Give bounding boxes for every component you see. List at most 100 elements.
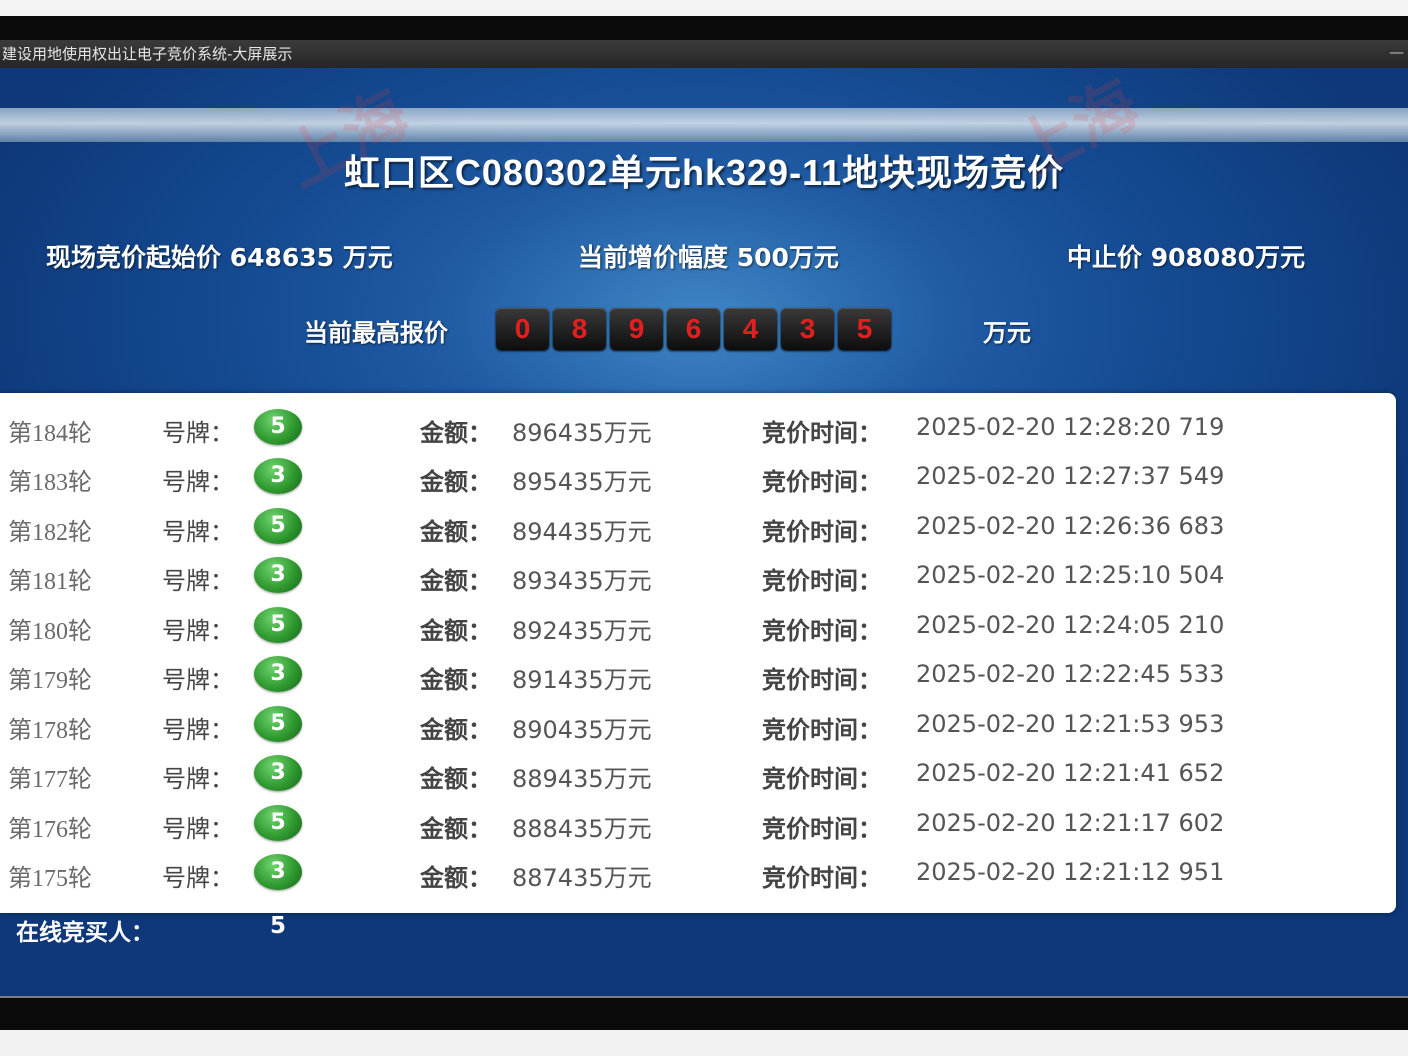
plate-badge: 5 xyxy=(254,607,302,643)
amount-label: 金额： xyxy=(420,617,492,645)
price-increment: 当前增价幅度 500万元 xyxy=(578,243,839,272)
bottom-divider xyxy=(0,996,1408,998)
bid-row: 第175轮 号牌： 3 金额： 887435万元 竞价时间： 2025-02-2… xyxy=(0,850,1396,899)
bid-time: 2025-02-20 12:25:10 504 xyxy=(916,561,1225,589)
bid-amount: 888435万元 xyxy=(512,815,652,843)
bid-round: 第184轮 xyxy=(8,421,92,447)
bid-amount: 891435万元 xyxy=(512,666,652,694)
bid-row: 第184轮 号牌： 5 金额： 896435万元 竞价时间： 2025-02-2… xyxy=(0,405,1396,454)
bid-time: 2025-02-20 12:21:41 652 xyxy=(916,759,1225,787)
amount-label: 金额： xyxy=(420,765,492,793)
time-label: 竞价时间： xyxy=(762,567,882,595)
window-title: 建设用地使用权出让电子竞价系统-大屏展示 xyxy=(2,45,293,63)
time-label: 竞价时间： xyxy=(762,419,882,447)
time-label: 竞价时间： xyxy=(762,716,882,744)
bid-time: 2025-02-20 12:21:17 602 xyxy=(916,809,1225,837)
window-titlebar: 建设用地使用权出让电子竞价系统-大屏展示 — xyxy=(0,40,1408,68)
amount-label: 金额： xyxy=(420,666,492,694)
bid-amount: 892435万元 xyxy=(512,617,652,645)
time-label: 竞价时间： xyxy=(762,666,882,694)
bid-digit: 0 xyxy=(496,308,549,350)
top-strip xyxy=(0,0,1408,16)
bid-time: 2025-02-20 12:21:12 951 xyxy=(916,858,1225,886)
time-label: 竞价时间： xyxy=(762,815,882,843)
plate-label: 号牌： xyxy=(162,567,234,595)
bid-round: 第182轮 xyxy=(8,520,92,546)
bid-row: 第182轮 号牌： 5 金额： 894435万元 竞价时间： 2025-02-2… xyxy=(0,504,1396,553)
bid-time: 2025-02-20 12:26:36 683 xyxy=(916,512,1225,540)
bid-row: 第177轮 号牌： 3 金额： 889435万元 竞价时间： 2025-02-2… xyxy=(0,751,1396,800)
amount-label: 金额： xyxy=(420,468,492,496)
plate-badge: 5 xyxy=(254,409,302,445)
highest-bid-label: 当前最高报价 xyxy=(304,319,448,347)
bid-round: 第175轮 xyxy=(8,866,92,892)
bid-round: 第180轮 xyxy=(8,619,92,645)
plate-badge: 5 xyxy=(254,508,302,544)
plate-badge: 3 xyxy=(254,557,302,593)
minimize-button[interactable]: — xyxy=(1389,38,1404,66)
header-band xyxy=(0,108,1408,142)
highest-bid-display: 0 8 9 6 4 3 5 xyxy=(496,308,891,350)
bid-amount: 887435万元 xyxy=(512,864,652,892)
amount-label: 金额： xyxy=(420,716,492,744)
bid-row: 第179轮 号牌： 3 金额： 891435万元 竞价时间： 2025-02-2… xyxy=(0,652,1396,701)
plate-label: 号牌： xyxy=(162,419,234,447)
bid-round: 第179轮 xyxy=(8,668,92,694)
bid-time: 2025-02-20 12:27:37 549 xyxy=(916,462,1225,490)
time-label: 竞价时间： xyxy=(762,864,882,892)
plate-label: 号牌： xyxy=(162,765,234,793)
time-label: 竞价时间： xyxy=(762,765,882,793)
bid-digit: 9 xyxy=(610,308,663,350)
page-title: 虹口区C080302单元hk329-11地块现场竞价 xyxy=(343,152,1065,193)
plate-label: 号牌： xyxy=(162,468,234,496)
bid-row: 第181轮 号牌： 3 金额： 893435万元 竞价时间： 2025-02-2… xyxy=(0,553,1396,602)
bid-digit: 6 xyxy=(667,308,720,350)
bid-round: 第183轮 xyxy=(8,470,92,496)
bidding-screen: 上海 上海 虹口区C080302单元hk329-11地块现场竞价 现场竞价起始价… xyxy=(0,68,1408,998)
bid-round: 第178轮 xyxy=(8,718,92,744)
online-bidders-count: 5 xyxy=(270,913,287,939)
bid-digit: 3 xyxy=(781,308,834,350)
plate-label: 号牌： xyxy=(162,815,234,843)
plate-badge: 3 xyxy=(254,854,302,890)
bid-round: 第176轮 xyxy=(8,817,92,843)
bid-time: 2025-02-20 12:28:20 719 xyxy=(916,413,1225,441)
time-label: 竞价时间： xyxy=(762,518,882,546)
time-label: 竞价时间： xyxy=(762,468,882,496)
bid-row: 第180轮 号牌： 5 金额： 892435万元 竞价时间： 2025-02-2… xyxy=(0,603,1396,652)
plate-label: 号牌： xyxy=(162,864,234,892)
amount-label: 金额： xyxy=(420,567,492,595)
bid-row: 第176轮 号牌： 5 金额： 888435万元 竞价时间： 2025-02-2… xyxy=(0,801,1396,850)
bid-amount: 895435万元 xyxy=(512,468,652,496)
plate-label: 号牌： xyxy=(162,518,234,546)
plate-label: 号牌： xyxy=(162,617,234,645)
bid-amount: 893435万元 xyxy=(512,567,652,595)
bid-digit: 8 xyxy=(553,308,606,350)
amount-label: 金额： xyxy=(420,864,492,892)
bid-amount: 896435万元 xyxy=(512,419,652,447)
plate-badge: 5 xyxy=(254,706,302,742)
bid-history-list: 第184轮 号牌： 5 金额： 896435万元 竞价时间： 2025-02-2… xyxy=(0,393,1396,913)
highest-bid-unit: 万元 xyxy=(983,319,1031,347)
bid-digit: 4 xyxy=(724,308,777,350)
plate-badge: 3 xyxy=(254,755,302,791)
bid-digit: 5 xyxy=(838,308,891,350)
plate-badge: 3 xyxy=(254,656,302,692)
bid-round: 第177轮 xyxy=(8,767,92,793)
stop-price: 中止价 908080万元 xyxy=(1067,243,1306,272)
plate-badge: 3 xyxy=(254,458,302,494)
plate-badge: 5 xyxy=(254,805,302,841)
bid-row: 第183轮 号牌： 3 金额： 895435万元 竞价时间： 2025-02-2… xyxy=(0,454,1396,503)
plate-label: 号牌： xyxy=(162,666,234,694)
bid-time: 2025-02-20 12:24:05 210 xyxy=(916,611,1225,639)
bid-time: 2025-02-20 12:22:45 533 xyxy=(916,660,1225,688)
online-bidders-label: 在线竞买人： xyxy=(16,920,154,946)
amount-label: 金额： xyxy=(420,518,492,546)
bid-amount: 890435万元 xyxy=(512,716,652,744)
bid-round: 第181轮 xyxy=(8,569,92,595)
plate-label: 号牌： xyxy=(162,716,234,744)
amount-label: 金额： xyxy=(420,419,492,447)
bid-amount: 894435万元 xyxy=(512,518,652,546)
start-price: 现场竞价起始价 648635 万元 xyxy=(46,243,393,272)
bid-amount: 889435万元 xyxy=(512,765,652,793)
